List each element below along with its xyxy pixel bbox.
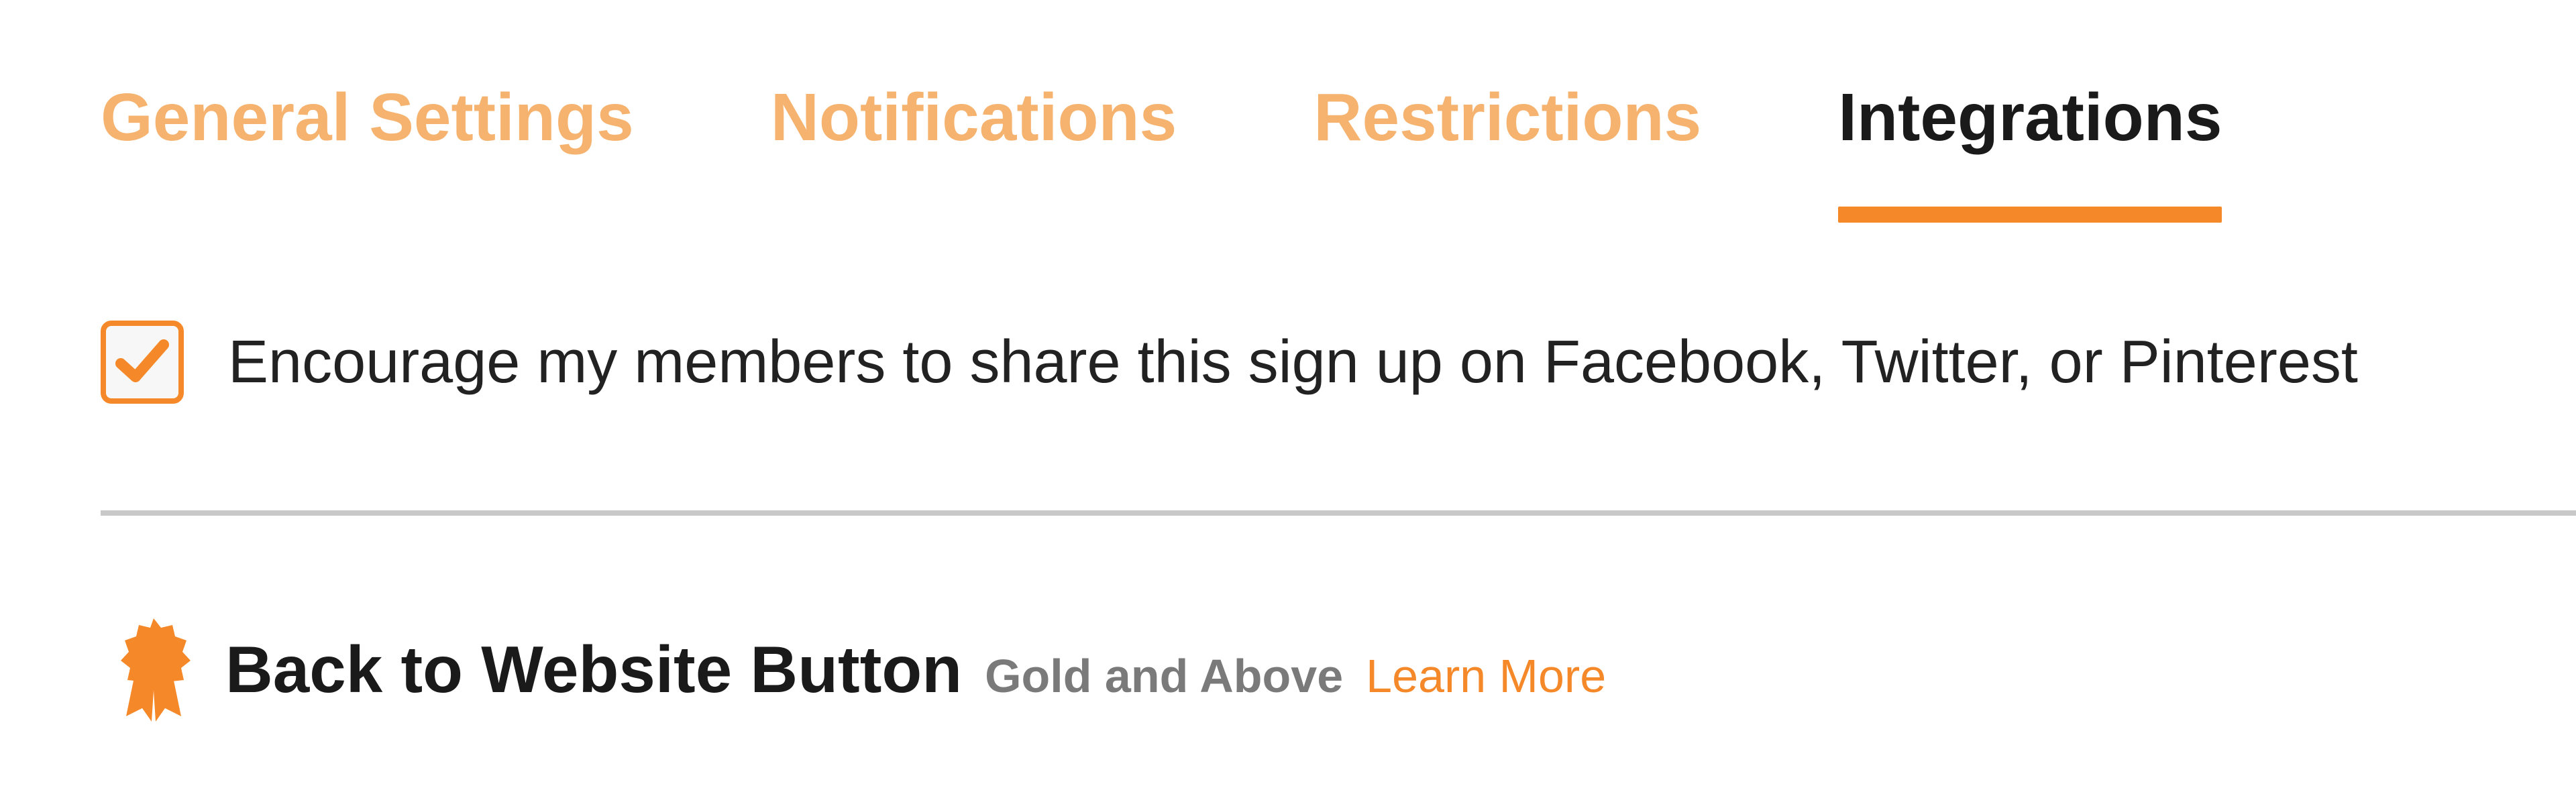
settings-page: General Settings Notifications Restricti… <box>0 0 2576 790</box>
active-tab-indicator <box>1838 207 2222 223</box>
tab-general-settings[interactable]: General Settings <box>101 74 634 161</box>
tab-label: Notifications <box>770 80 1177 155</box>
back-to-website-section: Back to Website Button Gold and Above Le… <box>111 616 1606 723</box>
award-badge-icon <box>121 618 191 722</box>
section-divider <box>101 510 2576 516</box>
checkmark-icon <box>115 339 169 382</box>
plan-tier-label: Gold and Above <box>985 650 1344 702</box>
tab-notifications[interactable]: Notifications <box>771 74 1177 161</box>
tab-restrictions[interactable]: Restrictions <box>1313 74 1701 161</box>
settings-tabs: General Settings Notifications Restricti… <box>101 74 2222 223</box>
share-option: Encourage my members to share this sign … <box>101 321 2358 404</box>
feature-title: Back to Website Button <box>225 632 963 706</box>
tab-label: General Settings <box>101 80 634 155</box>
share-checkbox[interactable] <box>101 321 184 404</box>
tab-label: Restrictions <box>1313 80 1702 155</box>
tab-label: Integrations <box>1838 80 2222 155</box>
tab-integrations[interactable]: Integrations <box>1838 74 2222 223</box>
learn-more-link[interactable]: Learn More <box>1366 649 1606 703</box>
share-option-label: Encourage my members to share this sign … <box>228 329 2358 396</box>
